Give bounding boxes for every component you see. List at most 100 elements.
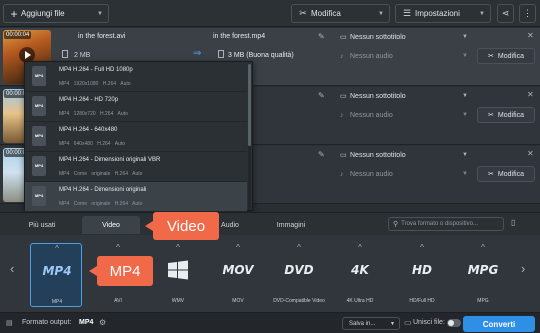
chevron-down-icon: ▼ — [462, 112, 468, 118]
tools-icon: ✂ — [488, 171, 494, 178]
preset-item-selected[interactable]: MP4 H.264 - Dimensioni originali MP4 Com… — [25, 182, 247, 212]
windows-flag-icon — [168, 260, 188, 280]
preset-item[interactable]: MP4 H.264 - 640x480 MP4 640x480 H.264 Au… — [25, 122, 247, 152]
subtitle-icon: ▭ — [340, 93, 347, 100]
mov-logo-icon: MOV — [222, 263, 254, 277]
output-file-size[interactable]: 3 MB (Buona qualità) — [218, 50, 294, 59]
audio-value: Nessun audio — [350, 52, 393, 60]
row-modify-button[interactable]: ✂ Modifica — [477, 166, 535, 182]
callout-video: Video — [145, 212, 219, 240]
top-toolbar: + Aggiungi file ▼ ✂ Modifica ▼ ☰ Imposta… — [0, 0, 540, 27]
settings-icon: ☰ — [402, 8, 412, 18]
chevron-up-icon[interactable]: ^ — [396, 243, 448, 252]
dvd-logo-icon: DVD — [284, 263, 314, 277]
format-label: HD/Full HD — [409, 298, 435, 304]
format-mov[interactable]: ^ MOV MOV — [212, 243, 264, 307]
source-size-value: 2 MB — [74, 52, 91, 59]
folder-icon[interactable]: ▭ — [404, 318, 412, 327]
close-icon[interactable]: ✕ — [527, 90, 534, 99]
chevron-down-icon: ▼ — [462, 152, 468, 158]
convert-button[interactable]: Converti — [463, 316, 535, 332]
save-in-select[interactable]: Salva in... ▼ — [342, 317, 400, 330]
row-modify-button[interactable]: ✂ Modifica — [477, 107, 535, 123]
rename-pencil-icon[interactable]: ✎ — [318, 32, 325, 41]
chevron-up-icon[interactable]: ^ — [212, 243, 264, 252]
subtitle-select[interactable]: ▭ Nessun sottotitolo ▼ — [340, 90, 470, 102]
preset-title: MP4 H.264 - Dimensioni originali — [59, 187, 147, 193]
menu-button[interactable]: ⋮ — [519, 4, 536, 23]
format-label: MP4 — [51, 299, 63, 305]
share-button[interactable]: ⋖ — [497, 4, 514, 23]
settings-button[interactable]: ☰ Impostazioni ▼ — [395, 4, 491, 23]
subtitle-value: Nessun sottotitolo — [350, 33, 406, 41]
mp4-file-icon — [32, 186, 46, 206]
preset-item[interactable]: MP4 H.264 - Dimensioni originali VBR MP4… — [25, 152, 247, 182]
chevron-right-icon[interactable]: › — [521, 261, 525, 276]
row-modify-button[interactable]: ✂ Modifica — [477, 48, 535, 64]
close-icon[interactable]: ✕ — [527, 149, 534, 158]
device-icon[interactable]: ▯ — [511, 218, 515, 227]
dropdown-scrollbar[interactable] — [248, 64, 251, 210]
tab-images[interactable]: Immagini — [262, 216, 320, 234]
subtitle-icon: ▭ — [340, 34, 347, 41]
subtitle-select[interactable]: ▭ Nessun sottotitolo ▼ — [340, 149, 470, 161]
format-mpg[interactable]: ^ MPG MPG — [457, 243, 509, 307]
format-wmv[interactable]: ^ WMV — [152, 243, 204, 307]
share-icon: ⋖ — [501, 8, 510, 18]
subtitle-select[interactable]: ▭ Nessun sottotitolo ▼ — [340, 31, 470, 43]
mp4-file-icon — [32, 96, 46, 116]
merge-files-label: Unisci file: — [413, 319, 445, 326]
close-icon[interactable]: ✕ — [527, 31, 534, 40]
file-icon — [62, 50, 68, 58]
preset-specs: MP4 1280x720 H.264 Auto — [59, 111, 128, 117]
chevron-down-icon: ▼ — [462, 171, 468, 177]
subtitle-icon: ▭ — [340, 152, 347, 159]
mp4-file-icon — [32, 156, 46, 176]
callout-mp4: MP4 — [89, 256, 153, 286]
app-window: + Aggiungi file ▼ ✂ Modifica ▼ ☰ Imposta… — [0, 0, 540, 333]
format-tabbar: Più usati Video Audio Immagini ⚲ Trova f… — [0, 212, 540, 234]
more-icon: ⋮ — [523, 8, 532, 18]
chevron-up-icon[interactable]: ^ — [92, 243, 144, 252]
mp4-file-icon — [32, 66, 46, 86]
format-label: MPG — [477, 298, 489, 304]
scrollbar-thumb[interactable] — [248, 64, 251, 146]
audio-icon: ♪ — [340, 111, 344, 119]
chevron-down-icon: ▼ — [462, 93, 468, 99]
mp4-logo-icon: MP4 — [42, 264, 72, 278]
format-mp4[interactable]: ^ MP4 MP4 — [30, 243, 82, 307]
chevron-left-icon[interactable]: ‹ — [10, 261, 14, 276]
audio-select[interactable]: ♪ Nessun audio ▼ — [340, 109, 470, 121]
plus-icon: + — [10, 6, 18, 21]
tools-icon: ✂ — [488, 53, 494, 60]
add-files-button[interactable]: + Aggiungi file ▼ — [3, 4, 109, 23]
chevron-up-icon[interactable]: ^ — [457, 243, 509, 252]
preset-title: MP4 H.264 - Full HD 1080p — [59, 67, 133, 73]
audio-select[interactable]: ♪ Nessun audio ▼ — [340, 168, 470, 180]
chevron-up-icon[interactable]: ^ — [334, 243, 386, 252]
tab-most-used[interactable]: Più usati — [18, 216, 66, 234]
preset-title: MP4 H.264 - Dimensioni originali VBR — [59, 157, 161, 163]
modify-button[interactable]: ✂ Modifica ▼ — [291, 4, 390, 23]
chevron-up-icon[interactable]: ^ — [273, 243, 325, 252]
gear-icon[interactable]: ⚙ — [99, 318, 106, 327]
preset-title: MP4 H.264 - 640x480 — [59, 127, 118, 133]
output-format-label: Formato output: — [22, 319, 72, 326]
format-4k[interactable]: ^ 4K 4K Ultra HD — [334, 243, 386, 307]
settings-label: Impostazioni — [415, 9, 460, 18]
format-search-input[interactable]: ⚲ Trova formato o dispositivo... — [388, 217, 504, 231]
format-label: AVI — [114, 298, 122, 304]
chevron-up-icon[interactable]: ^ — [31, 244, 83, 253]
merge-files-toggle[interactable] — [447, 319, 461, 327]
preset-item[interactable]: MP4 H.264 - Full HD 1080p MP4 1920x1080 … — [25, 62, 247, 92]
save-in-label: Salva in... — [349, 320, 376, 327]
audio-select[interactable]: ♪ Nessun audio ▼ — [340, 50, 470, 62]
preset-item[interactable]: MP4 H.264 - HD 720p MP4 1280x720 H.264 A… — [25, 92, 247, 122]
rename-pencil-icon[interactable]: ✎ — [318, 91, 325, 100]
format-dvd[interactable]: ^ DVD DVD-Compatible Video — [273, 243, 325, 307]
rename-pencil-icon[interactable]: ✎ — [318, 150, 325, 159]
subtitle-value: Nessun sottotitolo — [350, 92, 406, 100]
format-hd[interactable]: ^ HD HD/Full HD — [396, 243, 448, 307]
tab-video[interactable]: Video — [82, 216, 140, 234]
chevron-up-icon[interactable]: ^ — [152, 243, 204, 252]
